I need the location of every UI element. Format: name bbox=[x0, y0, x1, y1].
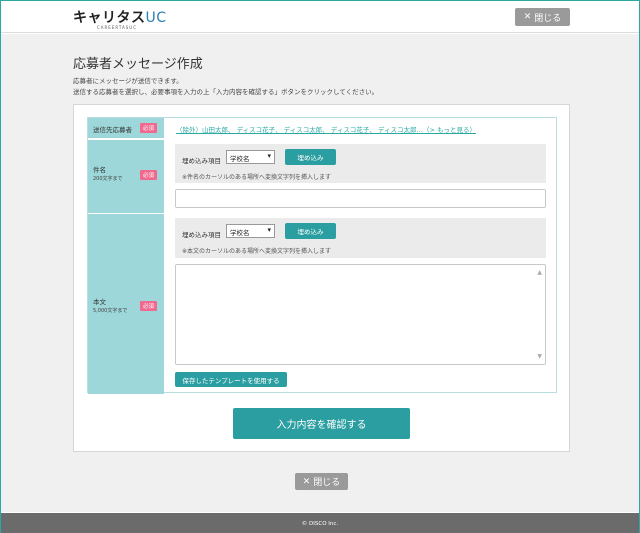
recipients-label-cell: 送信先応募者 必須 bbox=[88, 118, 164, 138]
page-description-2: 送信する応募者を選択し、必要事項を入力の上「入力内容を確認する」ボタンをクリック… bbox=[73, 88, 379, 96]
chevron-down-icon: ▾ bbox=[267, 226, 271, 234]
scroll-down-icon[interactable]: ▼ bbox=[537, 353, 542, 360]
close-icon: ✕ bbox=[523, 12, 532, 22]
footer: © DISCO Inc. bbox=[1, 513, 639, 533]
close-button-bottom[interactable]: ✕ 閉じる bbox=[295, 473, 348, 490]
close-button-label: 閉じる bbox=[534, 13, 562, 24]
required-badge: 必須 bbox=[140, 123, 158, 133]
subject-label: 件名 bbox=[93, 166, 106, 174]
subject-input[interactable] bbox=[175, 189, 546, 208]
body-textarea[interactable]: ▲ ▼ bbox=[175, 264, 546, 365]
required-badge: 必須 bbox=[140, 301, 158, 311]
body-embed-select[interactable]: 学校名 ▾ bbox=[226, 224, 275, 238]
recipients-label: 送信先応募者 bbox=[93, 126, 132, 134]
logo: キャリタスUC bbox=[73, 7, 167, 27]
recipients-list[interactable]: （除外）山田太郎、 ディスコ花子、 ディスコ太郎、 ディスコ花子、 ディスコ太郎… bbox=[176, 124, 476, 134]
copyright-text: © DISCO Inc. bbox=[301, 520, 339, 527]
top-bar: キャリタスUC CAREERTASUC ✕ 閉じる bbox=[1, 1, 639, 33]
close-button-top[interactable]: ✕ 閉じる bbox=[515, 8, 570, 26]
close-button-label: 閉じる bbox=[313, 478, 341, 488]
embed-label: 埋め込み項目 bbox=[182, 231, 221, 239]
embed-label: 埋め込み項目 bbox=[182, 157, 221, 165]
required-badge: 必須 bbox=[140, 170, 158, 180]
confirm-button[interactable]: 入力内容を確認する bbox=[233, 408, 410, 439]
select-value: 学校名 bbox=[230, 229, 250, 237]
body-embed-button[interactable]: 埋め込み bbox=[285, 223, 336, 239]
chevron-down-icon: ▾ bbox=[267, 152, 271, 160]
body-label-cell: 本文 5,000文字まで 必須 bbox=[88, 213, 164, 394]
body-limit: 5,000文字まで bbox=[93, 308, 128, 314]
subject-limit: 200文字まで bbox=[93, 176, 123, 182]
scroll-up-icon[interactable]: ▲ bbox=[537, 269, 542, 276]
body-label: 本文 bbox=[93, 298, 106, 306]
subject-embed-note: ※件名のカーソルのある場所へ変換文字列を挿入します bbox=[182, 174, 332, 181]
logo-subtext: CAREERTASUC bbox=[97, 25, 137, 30]
subject-embed-button[interactable]: 埋め込み bbox=[285, 149, 336, 165]
close-icon: ✕ bbox=[302, 476, 311, 487]
select-value: 学校名 bbox=[230, 155, 250, 163]
logo-uc-text: UC bbox=[145, 10, 167, 26]
subject-embed-box: 埋め込み項目 学校名 ▾ 埋め込み ※件名のカーソルのある場所へ変換文字列を挿入… bbox=[175, 144, 546, 183]
subject-label-cell: 件名 200文字まで 必須 bbox=[88, 139, 164, 213]
message-form: 送信先応募者 必須 （除外）山田太郎、 ディスコ花子、 ディスコ太郎、 ディスコ… bbox=[87, 117, 557, 394]
page-description-1: 応募者にメッセージが送信できます。 bbox=[73, 77, 183, 85]
logo-main-text: キャリタス bbox=[73, 10, 146, 26]
page-title: 応募者メッセージ作成 bbox=[73, 57, 203, 72]
body-embed-box: 埋め込み項目 学校名 ▾ 埋め込み ※本文のカーソルのある場所へ変換文字列を挿入… bbox=[175, 218, 546, 258]
body-embed-note: ※本文のカーソルのある場所へ変換文字列を挿入します bbox=[182, 248, 332, 255]
subject-embed-select[interactable]: 学校名 ▾ bbox=[226, 150, 275, 164]
use-template-button[interactable]: 保存したテンプレートを使用する bbox=[175, 372, 287, 387]
